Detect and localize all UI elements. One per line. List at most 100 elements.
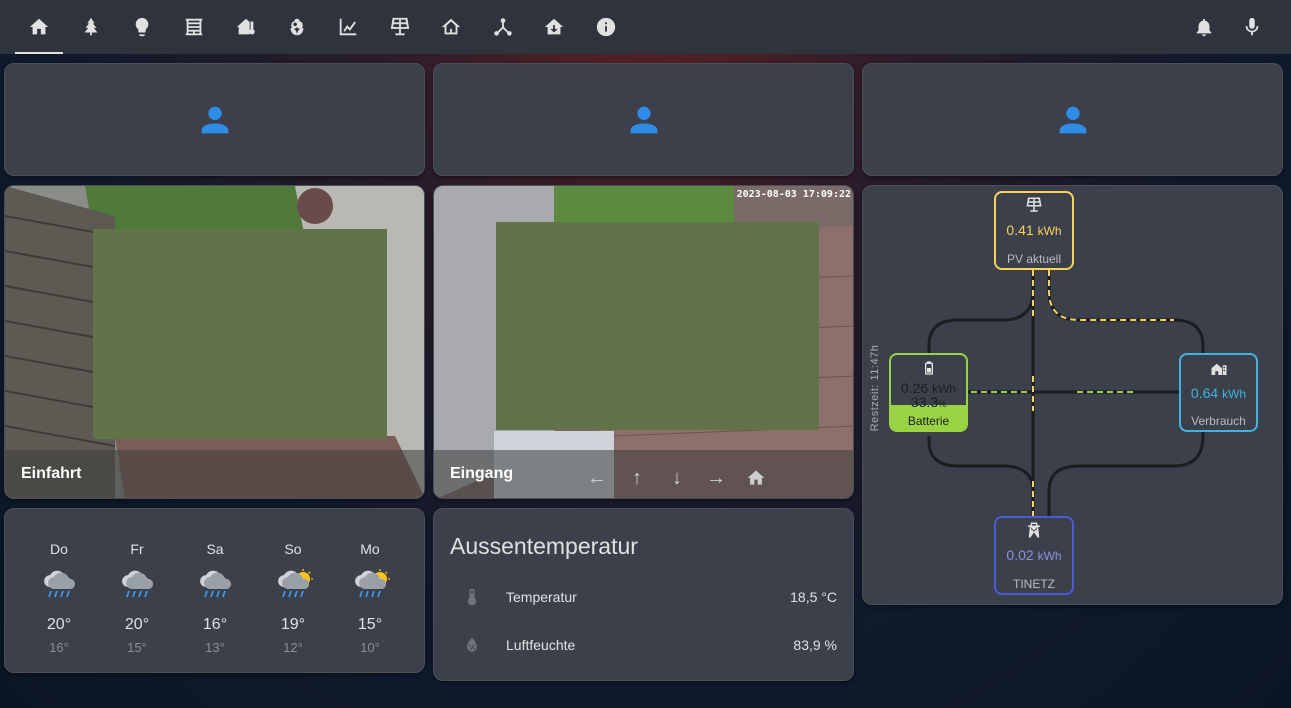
home-icon bbox=[747, 470, 765, 485]
tab-lights[interactable] bbox=[118, 0, 166, 54]
energy-flow-card[interactable]: Restzeit: 11:47h 0.41 kWh PV aktuell 0.2… bbox=[862, 185, 1283, 605]
battery-percent: 33.3% bbox=[910, 394, 947, 410]
solar-panel-icon bbox=[1026, 197, 1042, 212]
grid-label: TINETZ bbox=[1013, 577, 1055, 591]
forecast-high: 20° bbox=[46, 616, 72, 633]
solar-value: 0.41 kWh bbox=[1006, 222, 1062, 238]
forecast-day: So 19° 12° bbox=[263, 541, 323, 655]
top-app-bar bbox=[0, 0, 1291, 54]
camera-timestamp: 2023-08-03 17:09:22 bbox=[736, 189, 851, 200]
card-title: Aussentemperatur bbox=[450, 533, 638, 559]
battery-node[interactable]: 0.26 kWh 33.3% Batterie bbox=[889, 353, 968, 432]
forecast-high: 15° bbox=[357, 616, 383, 633]
entity-row-temperature[interactable]: Temperatur 18,5 °C bbox=[450, 585, 837, 609]
partly-rainy-sun-icon bbox=[278, 569, 313, 598]
microphone-icon bbox=[1245, 17, 1259, 36]
tab-solar[interactable] bbox=[376, 0, 424, 54]
camera-caption: Einfahrt bbox=[5, 450, 424, 498]
account-icon bbox=[1059, 106, 1086, 133]
tab-garden[interactable] bbox=[67, 0, 115, 54]
tab-plants[interactable] bbox=[273, 0, 321, 54]
privacy-mask bbox=[93, 229, 387, 439]
arrow-up-icon: ↑ bbox=[632, 466, 642, 489]
arrow-right-icon: → bbox=[706, 466, 726, 489]
thermometer-icon bbox=[467, 588, 477, 606]
forecast-day-name: Sa bbox=[206, 541, 224, 557]
tab-history[interactable] bbox=[324, 0, 372, 54]
forecast-day-name: So bbox=[284, 541, 302, 557]
forecast-day: Sa 16° 13° bbox=[185, 541, 245, 655]
outside-temperature-card: Aussentemperatur Temperatur 18,5 °C Luft… bbox=[433, 508, 854, 681]
grid-value: 0.02 kWh bbox=[1006, 547, 1062, 563]
rainy-icon bbox=[122, 570, 154, 598]
account-icon bbox=[201, 106, 228, 133]
water-percent-icon bbox=[467, 637, 477, 652]
tab-blinds[interactable] bbox=[170, 0, 218, 54]
camera-eingang[interactable]: 2023-08-03 17:09:22 Eingang ← ↑ ↓ → bbox=[433, 185, 854, 499]
home-consumption-node[interactable]: 0.64 kWh Verbrauch bbox=[1179, 353, 1258, 432]
battery-icon bbox=[924, 361, 933, 375]
network-icon bbox=[494, 18, 512, 36]
tree-icon bbox=[84, 17, 98, 36]
entity-name: Luftfeuchte bbox=[506, 637, 576, 653]
solar-panel-icon bbox=[390, 17, 410, 36]
battery-label: Batterie bbox=[907, 414, 950, 428]
rainy-icon bbox=[44, 570, 76, 598]
transmission-tower-icon bbox=[1028, 522, 1040, 538]
partly-rainy-sun-icon bbox=[355, 569, 390, 598]
voice-assistant-button[interactable] bbox=[1228, 0, 1276, 54]
home-thermometer-icon bbox=[236, 18, 255, 35]
tab-network[interactable] bbox=[479, 0, 527, 54]
flower-icon bbox=[290, 18, 304, 36]
forecast-low: 12° bbox=[283, 640, 303, 655]
account-icon bbox=[630, 106, 657, 133]
tilt-down-button[interactable]: ↓ bbox=[665, 466, 689, 490]
solar-node[interactable]: 0.41 kWh PV aktuell bbox=[994, 191, 1074, 270]
forecast-day: Fr 20° 15° bbox=[107, 541, 167, 655]
forecast-low: 13° bbox=[205, 640, 225, 655]
notifications-button[interactable] bbox=[1180, 0, 1228, 54]
forecast-day-name: Do bbox=[50, 541, 68, 557]
battery-remaining-time: Restzeit: 11:47h bbox=[869, 344, 881, 432]
tab-home-import[interactable] bbox=[530, 0, 578, 54]
tab-info[interactable] bbox=[582, 0, 630, 54]
weather-forecast-card[interactable]: Do 20° 16° Fr 20° 15° Sa 16° 13° So 19° 12° Mo 15° 10° bbox=[4, 508, 425, 673]
pan-left-button[interactable]: ← bbox=[585, 466, 609, 490]
entity-row-humidity[interactable]: Luftfeuchte 83,9 % bbox=[450, 633, 837, 657]
forecast-high: 16° bbox=[202, 616, 228, 633]
forecast-day: Do 20° 16° bbox=[29, 541, 89, 655]
home-outline-icon bbox=[441, 18, 461, 35]
bell-icon bbox=[1196, 18, 1212, 37]
battery-value: 0.26 kWh bbox=[900, 380, 957, 396]
entity-name: Temperatur bbox=[506, 589, 577, 605]
camera-einfahrt[interactable]: Einfahrt bbox=[4, 185, 425, 499]
person-card-1[interactable] bbox=[4, 63, 425, 176]
home-value: 0.64 kWh bbox=[1190, 385, 1247, 401]
forecast-day-name: Fr bbox=[130, 541, 144, 557]
tab-climate[interactable] bbox=[222, 0, 270, 54]
home-position-button[interactable] bbox=[744, 466, 768, 490]
home-city-icon bbox=[1211, 363, 1226, 375]
pan-right-button[interactable]: → bbox=[704, 466, 728, 490]
tilt-up-button[interactable]: ↑ bbox=[625, 466, 649, 490]
tab-house[interactable] bbox=[427, 0, 475, 54]
person-card-2[interactable] bbox=[433, 63, 854, 176]
tab-home[interactable] bbox=[15, 0, 63, 54]
forecast-day: Mo 15° 10° bbox=[340, 541, 400, 655]
information-icon bbox=[596, 17, 616, 37]
forecast-high: 19° bbox=[280, 616, 306, 633]
lightbulb-icon bbox=[135, 17, 149, 37]
home-label: Verbrauch bbox=[1191, 414, 1246, 428]
entity-value: 18,5 °C bbox=[790, 589, 837, 605]
person-card-3[interactable] bbox=[862, 63, 1283, 176]
forecast-day-name: Mo bbox=[360, 541, 380, 557]
forecast-low: 16° bbox=[49, 640, 69, 655]
entity-value: 83,9 % bbox=[793, 637, 837, 653]
forecast-low: 10° bbox=[360, 640, 380, 655]
chart-line-icon bbox=[339, 18, 357, 36]
grid-node[interactable]: 0.02 kWh TINETZ bbox=[994, 516, 1074, 595]
forecast-low: 15° bbox=[127, 640, 147, 655]
home-icon bbox=[29, 18, 49, 35]
home-import-icon bbox=[544, 18, 564, 35]
arrow-left-icon: ← bbox=[587, 466, 607, 489]
